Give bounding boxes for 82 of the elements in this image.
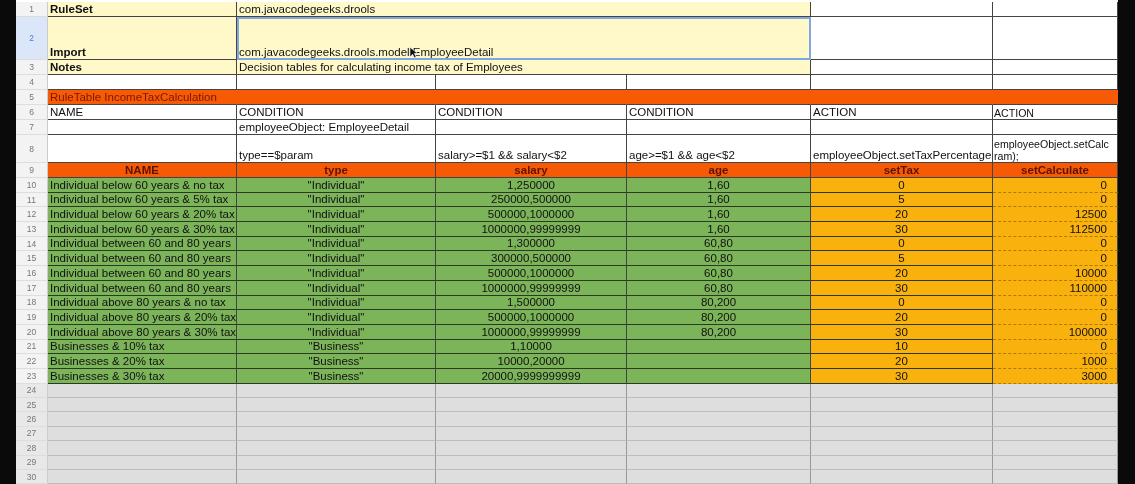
table-cell: 0 <box>993 236 1118 252</box>
table-cell: 60,80 <box>627 251 811 267</box>
table-cell: employeeObject: EmployeeDetail <box>237 120 436 135</box>
table-cell: com.javacodegeeks.drools <box>237 2 811 17</box>
table-cell: Individual between 60 and 80 years <box>48 251 237 267</box>
row-number[interactable]: 5 <box>16 90 48 105</box>
row-number[interactable]: 2 <box>16 17 48 60</box>
table-cell: 1000000,99999999 <box>436 222 627 237</box>
row-number[interactable]: 7 <box>16 120 48 135</box>
table-cell: 10000 <box>993 266 1118 281</box>
row-number[interactable]: 15 <box>16 251 48 267</box>
row-number[interactable]: 6 <box>16 105 48 120</box>
table-cell: 0 <box>993 192 1118 208</box>
row-number[interactable]: 12 <box>16 207 48 223</box>
table-cell: 0 <box>993 339 1118 355</box>
row-number[interactable]: 1 <box>16 2 48 17</box>
table-cell: salary <box>436 163 627 178</box>
row-number[interactable]: 4 <box>16 75 48 90</box>
table-cell: "Individual" <box>237 266 436 281</box>
table-cell: 0 <box>993 178 1118 193</box>
row-number[interactable]: 28 <box>16 441 48 456</box>
table-cell: 1,250000 <box>436 178 627 193</box>
row-number[interactable]: 22 <box>16 354 48 369</box>
table-cell: 0 <box>811 178 993 193</box>
table-cell: Individual between 60 and 80 years <box>48 266 237 281</box>
table-cell: 1,60 <box>627 207 811 223</box>
table-cell: setTax <box>811 163 993 178</box>
row-number[interactable]: 13 <box>16 222 48 237</box>
table-cell: RuleSet <box>48 2 237 17</box>
table-cell: "Business" <box>237 354 436 369</box>
row-number[interactable]: 25 <box>16 398 48 413</box>
row-number[interactable]: 16 <box>16 266 48 281</box>
table-cell: RuleTable IncomeTaxCalculation <box>48 90 237 105</box>
table-cell: 20 <box>811 207 993 223</box>
table-cell: 500000,1000000 <box>436 207 627 223</box>
row-number[interactable]: 8 <box>16 135 48 163</box>
table-cell: 20 <box>811 266 993 281</box>
table-cell: Notes <box>48 60 237 75</box>
table-cell: 1000 <box>993 354 1118 369</box>
row-number[interactable]: 10 <box>16 178 48 193</box>
row-number[interactable]: 3 <box>16 60 48 75</box>
row-number[interactable]: 26 <box>16 412 48 427</box>
table-cell: NAME <box>48 163 237 178</box>
table-cell: "Individual" <box>237 207 436 223</box>
table-cell: 300000,500000 <box>436 251 627 267</box>
table-cell: CONDITION <box>436 105 627 120</box>
row-number[interactable]: 9 <box>16 163 48 178</box>
table-cell: 80,200 <box>627 310 811 325</box>
table-cell: ACTION <box>811 105 993 120</box>
table-cell: Individual below 60 years & 30% tax <box>48 222 237 237</box>
table-cell: 12500 <box>993 207 1118 223</box>
table-cell: "Individual" <box>237 178 436 193</box>
table-cell: Individual below 60 years & no tax <box>48 178 237 193</box>
table-cell: "Individual" <box>237 222 436 237</box>
table-cell: 1,60 <box>627 222 811 237</box>
table-cell: 60,80 <box>627 266 811 281</box>
table-cell: Individual below 60 years & 20% tax <box>48 207 237 223</box>
table-cell: NAME <box>48 105 237 120</box>
table-cell: Businesses & 20% tax <box>48 354 237 369</box>
table-cell: 20 <box>811 354 993 369</box>
table-cell: 500000,1000000 <box>436 310 627 325</box>
table-cell: Import <box>48 17 237 60</box>
table-cell: Individual above 80 years & 20% tax <box>48 310 237 325</box>
table-cell: 20 <box>811 310 993 325</box>
table-cell: Decision tables for calculating income tax of Employees <box>237 60 811 75</box>
table-cell: 30 <box>811 222 993 237</box>
table-cell: 10000,20000 <box>436 354 627 369</box>
table-cell: 5 <box>811 251 993 267</box>
table-cell: 112500 <box>993 222 1118 237</box>
table-cell: 0 <box>993 295 1118 311</box>
table-cell: 1,60 <box>627 178 811 193</box>
table-cell: setCalculate <box>993 163 1118 178</box>
table-cell: 0 <box>993 251 1118 267</box>
table-cell: CONDITION <box>627 105 811 120</box>
table-cell: 500000,1000000 <box>436 266 627 281</box>
table-cell: 0 <box>993 310 1118 325</box>
table-cell: "Individual" <box>237 310 436 325</box>
table-cell: "Individual" <box>237 251 436 267</box>
table-cell: age <box>627 163 811 178</box>
table-cell: CONDITION <box>237 105 436 120</box>
table-cell: type <box>237 163 436 178</box>
row-number[interactable]: 19 <box>16 310 48 325</box>
